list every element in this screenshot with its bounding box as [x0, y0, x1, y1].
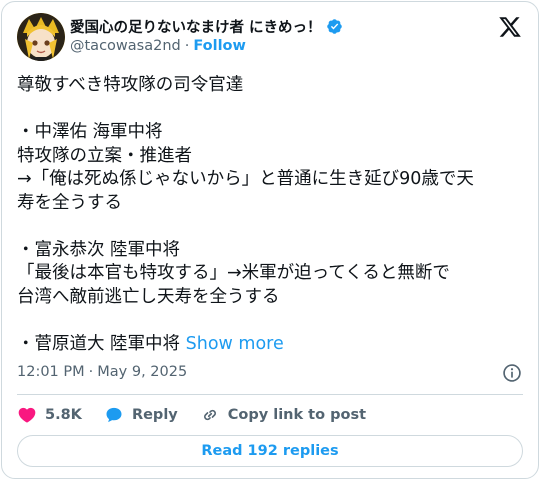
tweet-line	[17, 309, 527, 333]
tweet-line: 尊敬すべき特攻隊の司令官達	[17, 75, 244, 95]
tweet-header: 愛国心の足りないなまけ者 にきめっ！ @tacowasa2nd · Follow	[17, 13, 524, 63]
handle-separator: ·	[184, 38, 190, 54]
link-icon	[203, 409, 216, 421]
avatar[interactable]	[17, 13, 65, 61]
like-count: 5.8K	[45, 407, 82, 423]
follow-button[interactable]: Follow	[193, 38, 246, 54]
tweet-line: 「最後は本官も特攻する」→米軍が迫ってくると無断で	[17, 263, 450, 283]
tweet-card: 愛国心の足りないなまけ者 にきめっ！ @tacowasa2nd · Follow 尊…	[1, 1, 539, 479]
handle-line: @tacowasa2nd · Follow	[70, 38, 246, 54]
info-icon[interactable]	[502, 363, 522, 383]
name-line: 愛国心の足りないなまけ者 にきめっ！	[70, 16, 343, 37]
reply-label: Reply	[131, 407, 178, 423]
tweet-line: →「俺は死ぬ係じゃないから」と普通に生き延び90歳で天	[17, 169, 474, 189]
tweet-line: 台湾へ敵前逃亡し天寿を全うする	[17, 286, 280, 307]
copy-link-button[interactable]: Copy link to post	[200, 405, 366, 425]
tweet-line: ・中澤佑 海軍中将	[17, 122, 163, 142]
copy-link-label: Copy link to post	[227, 407, 367, 423]
like-button[interactable]: 5.8K	[17, 405, 82, 425]
tweet-line: 特攻隊の立案・推進者	[17, 145, 192, 166]
action-bar: 5.8K Reply Copy link to post	[17, 404, 388, 426]
heart-icon	[18, 407, 36, 423]
tweet-time[interactable]: 12:01 PM	[17, 364, 85, 380]
tweet-line	[17, 215, 527, 239]
tweet-line: ・富永恭次 陸軍中将	[17, 239, 181, 260]
x-logo-icon[interactable]	[498, 15, 522, 39]
meta-separator: ·	[88, 364, 94, 380]
tweet-line: 寿を全うする	[17, 192, 122, 213]
show-more-link[interactable]: Show more	[186, 334, 284, 354]
tweet-meta: 12:01 PM · May 9, 2025	[17, 364, 187, 380]
tweet-line	[17, 98, 527, 122]
tweet-last-line: ・菅原道大 陸軍中将 Show more	[17, 333, 527, 357]
tweet-text: 尊敬すべき特攻隊の司令官達 ・中澤佑 海軍中将特攻隊の立案・推進者 →「俺は死ぬ係…	[17, 74, 527, 356]
tweet-line: ・菅原道大 陸軍中将	[17, 333, 186, 354]
reply-button[interactable]: Reply	[104, 405, 178, 425]
reply-bubble-icon	[106, 407, 122, 423]
divider	[17, 394, 523, 395]
verified-badge-icon	[326, 19, 342, 34]
display-name[interactable]: 愛国心の足りないなまけ者 にきめっ！	[70, 16, 322, 37]
read-replies-button[interactable]: Read 192 replies	[17, 435, 523, 467]
tweet-date[interactable]: May 9, 2025	[97, 364, 187, 380]
handle[interactable]: @tacowasa2nd	[70, 38, 181, 54]
